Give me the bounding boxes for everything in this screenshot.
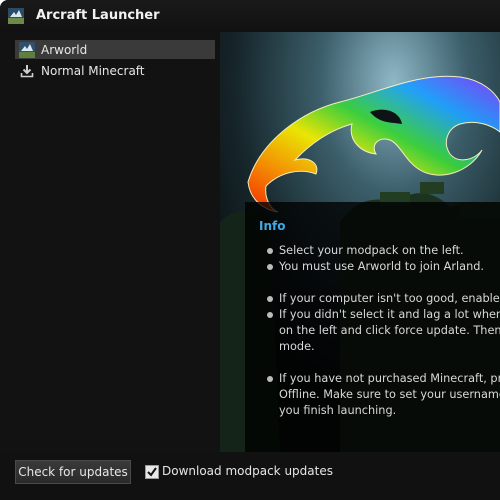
download-updates-label[interactable]: Download modpack updates bbox=[162, 464, 333, 478]
info-panel: Info Select your modpack on the left. Yo… bbox=[245, 202, 500, 452]
launcher-window: Arcraft Launcher Arworld Normal Minecraf… bbox=[0, 0, 500, 500]
download-icon bbox=[19, 63, 35, 79]
arcraft-logo-icon bbox=[8, 8, 24, 24]
sidebar-item-label: Arworld bbox=[41, 42, 88, 57]
info-item: If you didn't select it and lag a lot wh… bbox=[265, 307, 500, 355]
sidebar-item-label: Normal Minecraft bbox=[41, 63, 145, 78]
main-panel: Info Select your modpack on the left. Yo… bbox=[220, 32, 500, 452]
arworld-thumbnail-icon bbox=[19, 41, 35, 58]
title-bar: Arcraft Launcher bbox=[0, 0, 500, 32]
window-title: Arcraft Launcher bbox=[36, 8, 160, 23]
info-title: Info bbox=[259, 219, 286, 233]
modpack-sidebar: Arworld Normal Minecraft bbox=[0, 32, 220, 452]
bottom-bar: Check for updates Download modpack updat… bbox=[0, 452, 500, 500]
info-list: Select your modpack on the left. You mus… bbox=[265, 243, 500, 419]
sidebar-item-arworld[interactable]: Arworld bbox=[15, 40, 215, 59]
info-item: Select your modpack on the left. bbox=[265, 243, 500, 259]
sidebar-item-normal-minecraft[interactable]: Normal Minecraft bbox=[15, 61, 215, 80]
check-for-updates-button[interactable]: Check for updates bbox=[15, 460, 131, 484]
download-updates-checkbox[interactable] bbox=[145, 465, 159, 479]
info-item: You must use Arworld to join Arland. bbox=[265, 259, 500, 275]
checkmark-icon bbox=[147, 467, 157, 477]
info-item: If your computer isn't too good, enable … bbox=[265, 291, 500, 307]
info-item: If you have not purchased Minecraft, pre… bbox=[265, 371, 500, 419]
